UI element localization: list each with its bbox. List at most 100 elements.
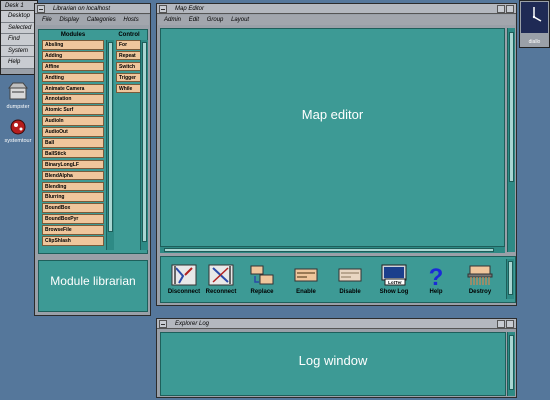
log-vscroll[interactable] <box>507 332 515 396</box>
window-menu-button[interactable] <box>37 5 45 13</box>
module-button[interactable]: BlendAlpha <box>42 170 104 181</box>
map-editor-window: Map Editor Admin Edit Group Layout Map e… <box>156 3 517 306</box>
systemtour-desktop-icon[interactable]: systemtour <box>0 118 36 144</box>
clock-label: diallo <box>528 39 541 45</box>
map-editor-menubar: Admin Edit Group Layout <box>158 15 515 25</box>
map-editor-title: Map Editor <box>175 6 205 12</box>
librarian-window: Librarian on localhost File Display Cate… <box>34 3 151 316</box>
librarian-caption-panel: Module librarian <box>38 260 148 312</box>
module-button[interactable]: Absling <box>42 40 104 50</box>
disable-label: Disable <box>339 289 361 295</box>
module-button[interactable]: Andting <box>42 72 104 83</box>
modules-column: Modules Absling Adding Affine Andting Animat… <box>42 31 104 247</box>
dumpster-desktop-icon[interactable]: dumpster <box>0 82 36 110</box>
module-button[interactable]: BrowseFile <box>42 225 104 235</box>
dumpster-icon <box>7 82 29 100</box>
menu-categories[interactable]: Categories <box>87 15 116 25</box>
module-button[interactable]: Atomic Surf <box>42 105 104 115</box>
help-label: Help <box>429 289 443 295</box>
control-scrollbar[interactable] <box>140 40 148 250</box>
systemtour-icon <box>10 119 26 135</box>
help-glyph: ? <box>429 264 444 288</box>
module-button[interactable]: Blending <box>42 181 104 192</box>
module-button[interactable]: Animate Camera <box>42 83 104 94</box>
toolbar-scrollbar[interactable] <box>506 259 514 299</box>
enable-label: Enable <box>296 289 316 295</box>
control-button[interactable]: Switch <box>116 61 142 72</box>
menu-edit[interactable]: Edit <box>189 15 199 25</box>
disable-button[interactable]: Disable <box>328 264 372 295</box>
show-log-icon: LotTer <box>381 264 407 286</box>
module-button[interactable]: ClipShlash <box>42 236 104 246</box>
window-menu-button[interactable] <box>159 320 167 328</box>
modules-scrollbar[interactable] <box>106 40 114 250</box>
desk-item-system[interactable]: System <box>1 45 37 57</box>
dumpster-label: dumpster <box>0 104 36 110</box>
log-panel: Log window <box>160 332 506 396</box>
desk-item-selected[interactable]: Selected <box>1 22 37 34</box>
destroy-icon <box>467 264 493 286</box>
maximize-button[interactable] <box>506 320 514 328</box>
modules-list: Absling Adding Affine Andting Animate Camera… <box>42 40 104 246</box>
modules-panel: Modules Absling Adding Affine Andting Animat… <box>38 29 148 254</box>
module-button[interactable]: AudioOut <box>42 127 104 137</box>
menu-group[interactable]: Group <box>207 15 224 25</box>
control-button[interactable]: Trigger <box>116 72 142 83</box>
replace-icon <box>249 264 275 286</box>
module-button[interactable]: BallStick <box>42 148 104 159</box>
menu-layout[interactable]: Layout <box>231 15 249 25</box>
module-button[interactable]: BinaryLongLF <box>42 159 104 170</box>
module-button[interactable]: Adding <box>42 50 104 61</box>
explorer-log-window: Explorer Log Log window <box>156 318 517 398</box>
clock-icon <box>521 2 548 33</box>
replace-button[interactable]: Replace <box>240 264 284 295</box>
show-log-label: Show Log <box>379 289 409 295</box>
map-canvas[interactable]: Map editor <box>160 28 505 252</box>
control-button[interactable]: While <box>116 83 142 94</box>
modules-header: Modules <box>60 32 86 38</box>
desk-item-desktop[interactable]: Desktop <box>1 11 37 23</box>
module-button[interactable]: Blurring <box>42 192 104 202</box>
enable-button[interactable]: Enable <box>284 264 328 295</box>
reconnect-icon <box>208 264 234 286</box>
explorer-log-title: Explorer Log <box>175 321 210 327</box>
map-editor-titlebar[interactable]: Map Editor <box>157 4 516 14</box>
show-log-button[interactable]: LotTer Show Log <box>372 264 416 295</box>
control-column: Control For Repeat Switch Trigger While <box>116 31 142 94</box>
module-button[interactable]: Ball <box>42 138 104 148</box>
disable-icon <box>337 264 363 286</box>
help-icon: ? <box>423 264 449 291</box>
control-button[interactable]: Repeat <box>116 50 142 61</box>
map-vscroll[interactable] <box>507 28 515 252</box>
minimize-button[interactable] <box>497 5 505 13</box>
librarian-title: Librarian on localhost <box>53 6 111 12</box>
menu-admin[interactable]: Admin <box>164 15 181 25</box>
desk-title[interactable]: Desk 1 <box>1 1 37 11</box>
window-menu-button[interactable] <box>159 5 167 13</box>
disconnect-icon <box>171 264 197 286</box>
minimize-button[interactable] <box>497 320 505 328</box>
menu-hosts[interactable]: Hosts <box>123 15 138 25</box>
module-button[interactable]: AudioIn <box>42 116 104 126</box>
destroy-button[interactable]: Destroy <box>458 264 502 295</box>
reconnect-button[interactable]: Reconnect <box>199 264 243 295</box>
module-button[interactable]: Affine <box>42 61 104 72</box>
show-log-glyph: LotTer <box>388 280 402 285</box>
map-editor-label: Map editor <box>301 107 364 122</box>
librarian-titlebar[interactable]: Librarian on localhost <box>35 4 150 14</box>
module-button[interactable]: BoundBox <box>42 203 104 213</box>
help-button[interactable]: ? Help <box>414 264 458 295</box>
map-hscroll[interactable] <box>160 246 505 253</box>
menu-file[interactable]: File <box>42 15 52 25</box>
module-button[interactable]: BoundBoxPyr <box>42 214 104 224</box>
explorer-log-titlebar[interactable]: Explorer Log <box>157 319 516 329</box>
enable-icon <box>293 264 319 286</box>
module-button[interactable]: Annotation <box>42 94 104 104</box>
reconnect-label: Reconnect <box>205 289 237 295</box>
destroy-label: Destroy <box>468 289 492 295</box>
control-button[interactable]: For <box>116 40 142 50</box>
maximize-button[interactable] <box>506 5 514 13</box>
desk-item-help[interactable]: Help <box>1 57 37 69</box>
desk-item-find[interactable]: Find <box>1 34 37 46</box>
menu-display[interactable]: Display <box>59 15 79 25</box>
